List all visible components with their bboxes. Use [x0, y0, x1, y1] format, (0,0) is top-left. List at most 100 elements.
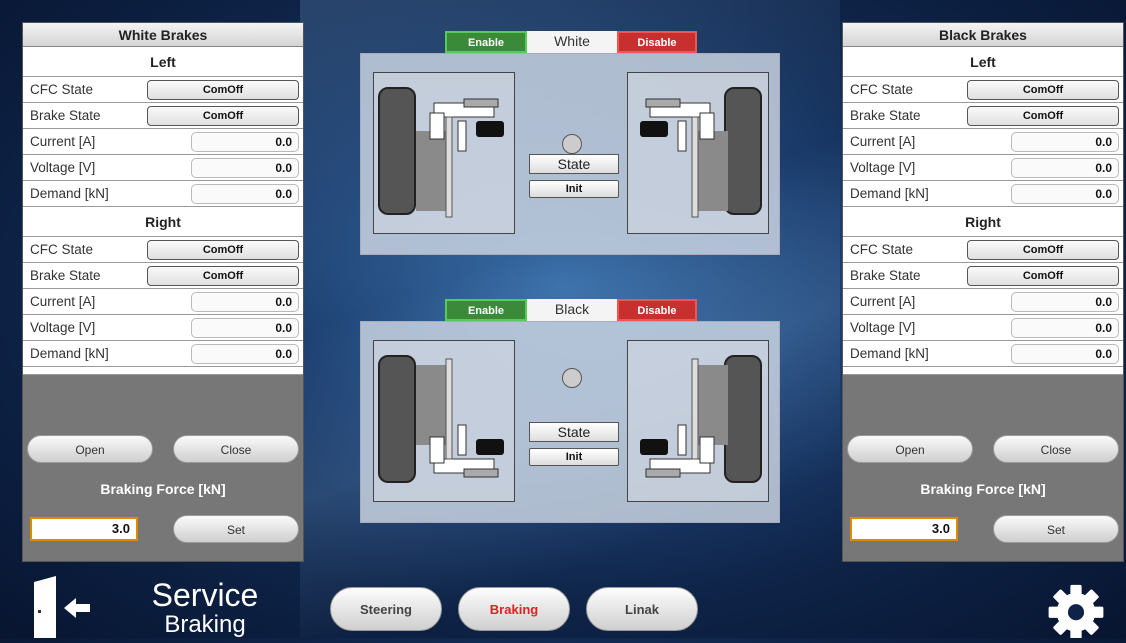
brake-state-value: ComOff [967, 266, 1119, 286]
row-label: Current [A] [850, 134, 916, 149]
black-disable-button[interactable]: Disable [617, 299, 697, 321]
row-label: Demand [kN] [850, 346, 929, 361]
cfc-state-value: ComOff [967, 240, 1119, 260]
brake-state-row: Brake State ComOff [23, 103, 303, 129]
exit-door-icon[interactable] [30, 576, 94, 638]
current-row: Current [A] 0.0 [23, 289, 303, 315]
tire-graphic [378, 355, 416, 483]
open-button[interactable]: Open [847, 435, 973, 463]
current-value: 0.0 [191, 132, 299, 152]
row-label: Brake State [850, 108, 921, 123]
row-label: Voltage [V] [30, 320, 96, 335]
row-label: CFC State [30, 242, 94, 257]
section-right-heading: Right [23, 207, 303, 237]
black-unit-name: Black [527, 299, 617, 321]
white-unit-name: White [527, 31, 617, 53]
left-wheel-box [373, 72, 515, 234]
demand-value: 0.0 [191, 184, 299, 204]
state-label: State [529, 154, 619, 174]
left-wheel-box [373, 340, 515, 502]
voltage-row: Voltage [V] 0.0 [843, 155, 1123, 181]
current-row: Current [A] 0.0 [23, 129, 303, 155]
demand-row: Demand [kN] 0.0 [843, 181, 1123, 207]
row-label: Demand [kN] [30, 346, 109, 361]
row-label: Voltage [V] [850, 160, 916, 175]
section-left-heading: Left [23, 47, 303, 77]
braking-force-input[interactable]: 3.0 [850, 517, 958, 541]
demand-value: 0.0 [1011, 184, 1119, 204]
set-button[interactable]: Set [993, 515, 1119, 543]
section-left-heading: Left [843, 47, 1123, 77]
demand-value: 0.0 [1011, 344, 1119, 364]
nav-steering-button[interactable]: Steering [330, 587, 442, 631]
demand-row: Demand [kN] 0.0 [843, 341, 1123, 367]
black-unit-tabbar: Enable Black Disable [445, 299, 697, 321]
current-row: Current [A] 0.0 [843, 289, 1123, 315]
tire-graphic [378, 87, 416, 215]
row-label: Voltage [V] [850, 320, 916, 335]
white-unit-tabbar: Enable White Disable [445, 31, 697, 53]
caliper-graphic [416, 358, 504, 478]
cfc-state-row: CFC State ComOff [843, 77, 1123, 103]
black-enable-button[interactable]: Enable [445, 299, 527, 321]
current-value: 0.0 [1011, 132, 1119, 152]
voltage-row: Voltage [V] 0.0 [843, 315, 1123, 341]
nav-braking-button[interactable]: Braking [458, 587, 570, 631]
cfc-state-row: CFC State ComOff [23, 237, 303, 263]
white-brake-diagram: State Init [360, 53, 780, 255]
row-label: Current [A] [30, 294, 96, 309]
row-label: CFC State [850, 242, 914, 257]
braking-force-label: Braking Force [kN] [100, 481, 226, 497]
row-label: Current [A] [30, 134, 96, 149]
divider [23, 367, 303, 375]
gear-icon[interactable] [1040, 580, 1112, 640]
row-label: Voltage [V] [30, 160, 96, 175]
white-enable-button[interactable]: Enable [445, 31, 527, 53]
row-label: Demand [kN] [850, 186, 929, 201]
screen-title: Service Braking [140, 578, 270, 638]
state-label: State [529, 422, 619, 442]
panel-title: White Brakes [23, 23, 303, 47]
tire-graphic [724, 355, 762, 483]
state-value: Init [529, 448, 619, 466]
divider [843, 367, 1123, 375]
demand-row: Demand [kN] 0.0 [23, 341, 303, 367]
right-wheel-box [627, 72, 769, 234]
close-button[interactable]: Close [173, 435, 299, 463]
nav-linak-button[interactable]: Linak [586, 587, 698, 631]
current-value: 0.0 [191, 292, 299, 312]
caliper-graphic [640, 98, 728, 218]
brake-state-row: Brake State ComOff [843, 263, 1123, 289]
black-brakes-panel: Black Brakes Left CFC State ComOff Brake … [842, 22, 1124, 562]
close-button[interactable]: Close [993, 435, 1119, 463]
voltage-value: 0.0 [1011, 158, 1119, 178]
right-wheel-box [627, 340, 769, 502]
row-label: Brake State [850, 268, 921, 283]
black-brake-diagram: State Init [360, 321, 780, 523]
status-indicator-icon [562, 134, 582, 154]
current-value: 0.0 [1011, 292, 1119, 312]
state-value: Init [529, 180, 619, 198]
demand-row: Demand [kN] 0.0 [23, 181, 303, 207]
voltage-row: Voltage [V] 0.0 [23, 155, 303, 181]
voltage-value: 0.0 [191, 318, 299, 338]
open-button[interactable]: Open [27, 435, 153, 463]
caliper-graphic [640, 358, 728, 478]
demand-value: 0.0 [191, 344, 299, 364]
tire-graphic [724, 87, 762, 215]
screen-title-line1: Service [151, 577, 259, 613]
cfc-state-value: ComOff [147, 240, 299, 260]
white-disable-button[interactable]: Disable [617, 31, 697, 53]
section-right-heading: Right [843, 207, 1123, 237]
current-row: Current [A] 0.0 [843, 129, 1123, 155]
brake-state-row: Brake State ComOff [23, 263, 303, 289]
cfc-state-value: ComOff [147, 80, 299, 100]
brake-state-value: ComOff [147, 266, 299, 286]
braking-force-input[interactable]: 3.0 [30, 517, 138, 541]
white-brakes-panel: White Brakes Left CFC State ComOff Brake … [22, 22, 304, 562]
brake-state-value: ComOff [967, 106, 1119, 126]
cfc-state-row: CFC State ComOff [23, 77, 303, 103]
set-button[interactable]: Set [173, 515, 299, 543]
brake-state-row: Brake State ComOff [843, 103, 1123, 129]
brake-state-value: ComOff [147, 106, 299, 126]
